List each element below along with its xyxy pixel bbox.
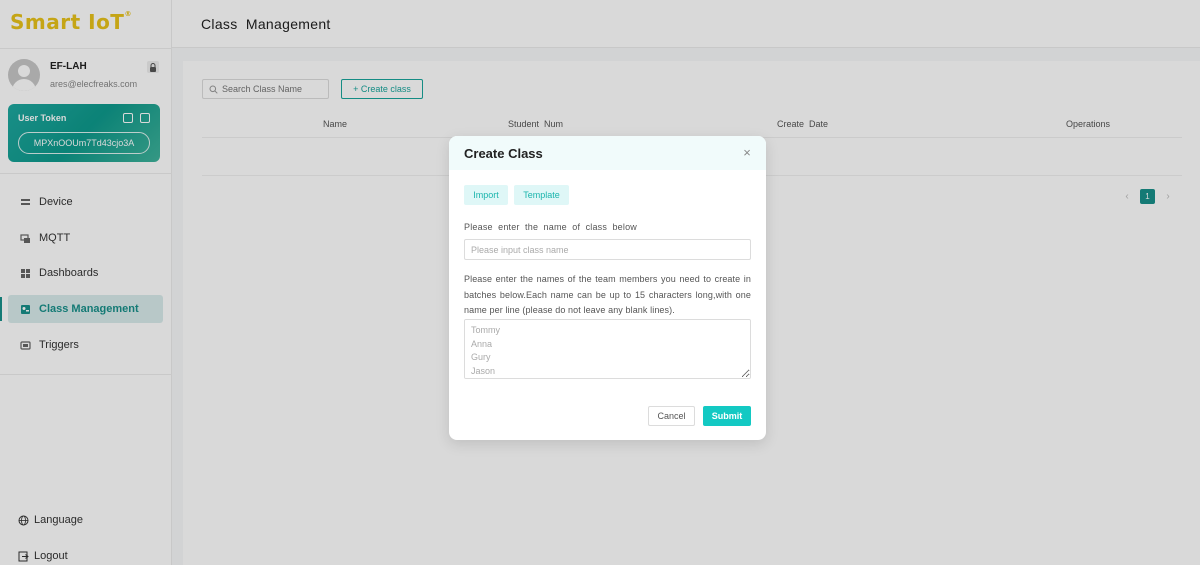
submit-button[interactable]: Submit <box>703 406 751 426</box>
create-class-dialog: Create Class × Import Template Please en… <box>449 136 766 440</box>
dialog-header: Create Class × <box>449 136 766 170</box>
import-button[interactable]: Import <box>464 185 508 205</box>
members-textarea[interactable] <box>464 319 751 379</box>
members-description: Please enter the names of the team membe… <box>464 274 751 315</box>
cancel-button[interactable]: Cancel <box>648 406 695 426</box>
close-icon[interactable]: × <box>741 146 753 159</box>
template-button[interactable]: Template <box>514 185 569 205</box>
dialog-title: Create Class <box>464 146 543 161</box>
class-name-label: Please enter the name of class below <box>464 222 637 232</box>
class-name-input[interactable] <box>464 239 751 260</box>
